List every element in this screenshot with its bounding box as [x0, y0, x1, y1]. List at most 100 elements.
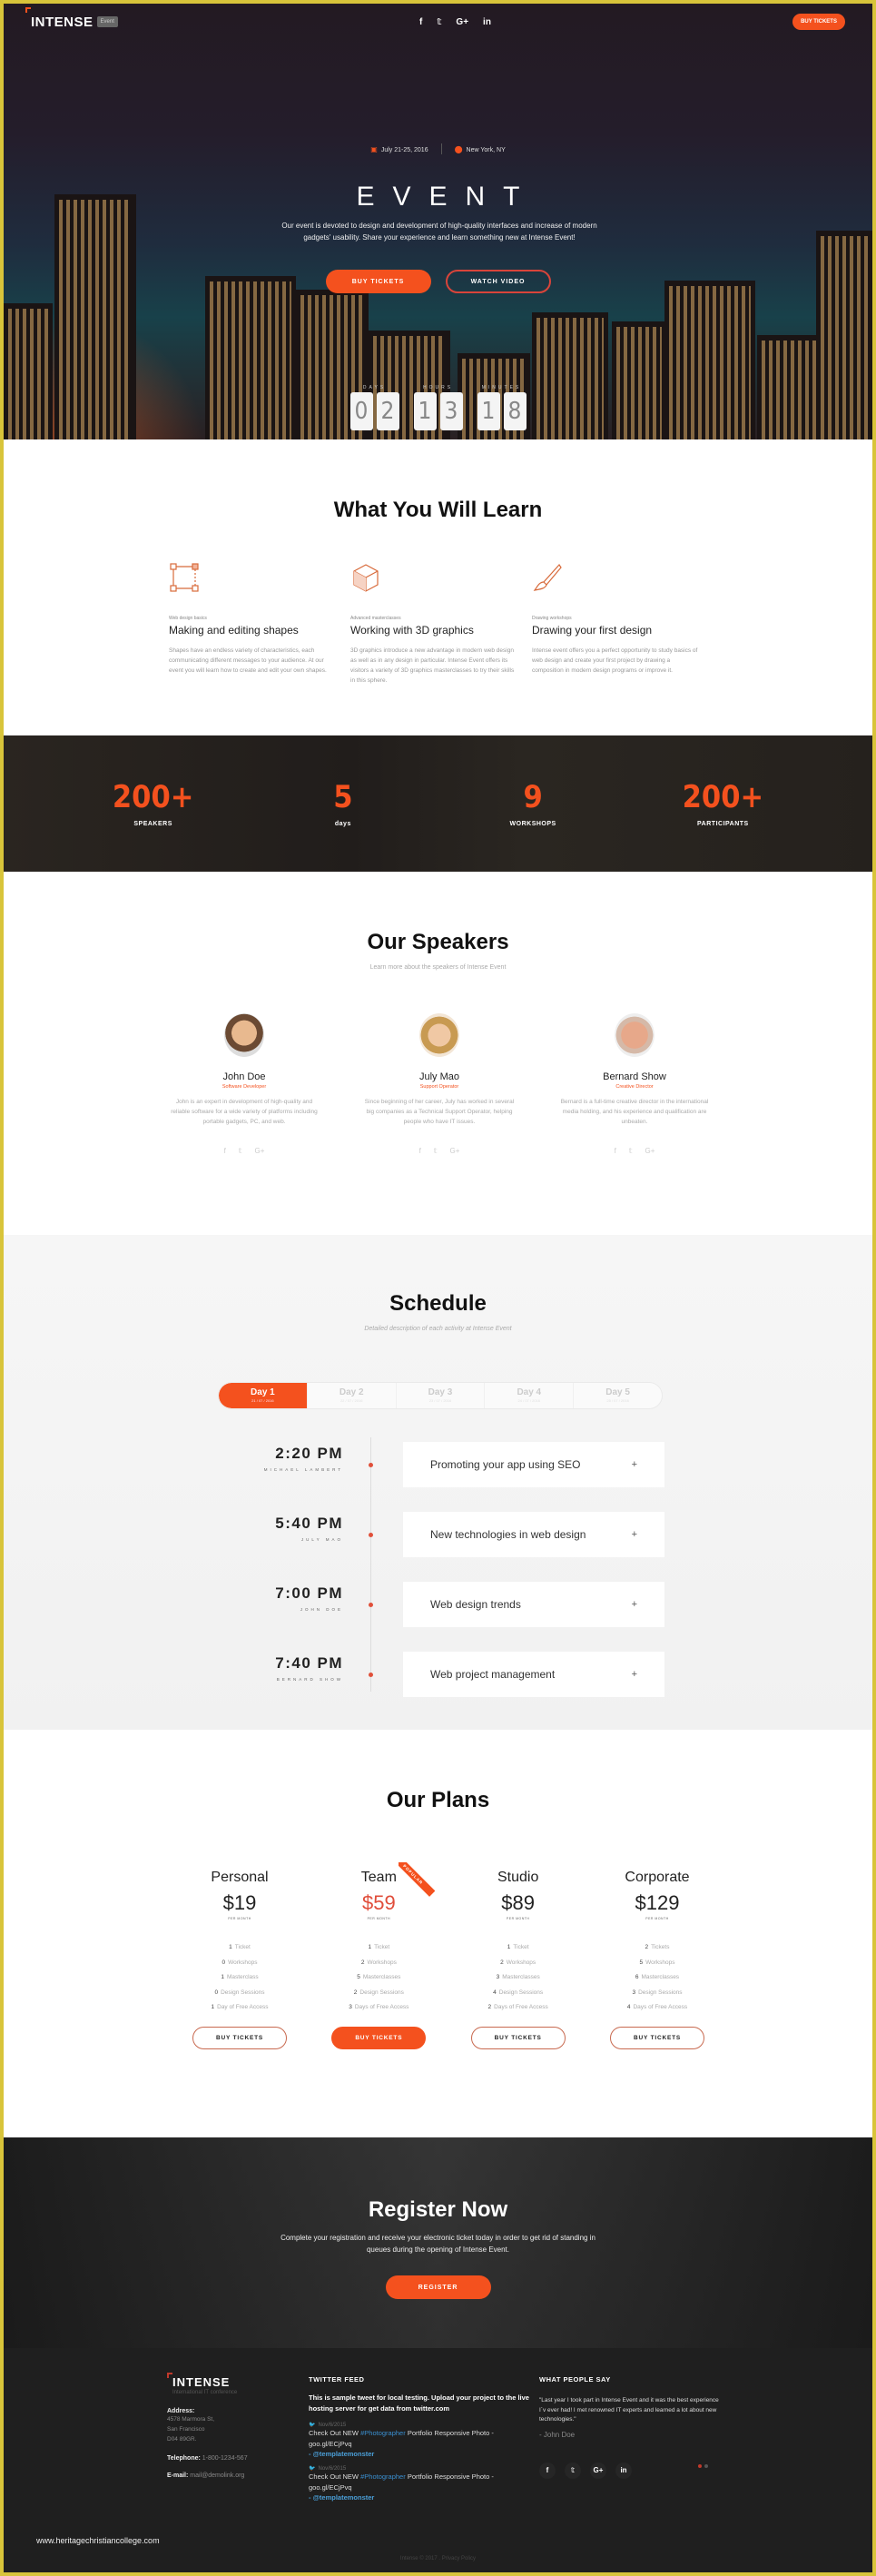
testimonials-heading: WHAT PEOPLE SAY [539, 2375, 611, 2384]
countdown-digit: 8 [503, 392, 527, 430]
linkedin-icon[interactable]: in [615, 2462, 632, 2479]
timeline-dot [369, 1533, 373, 1537]
google-plus-icon[interactable]: G+ [590, 2462, 606, 2479]
expand-icon[interactable]: + [632, 1529, 637, 1540]
plan-period: PER MONTH [367, 1917, 391, 1920]
twitter-icon[interactable]: 𝕥 [565, 2462, 581, 2479]
feature-label: Masterclasses [362, 1974, 401, 1980]
speaker-card: Bernard Show Creative Director Bernard i… [557, 1013, 712, 1155]
carousel-dot[interactable] [704, 2464, 708, 2468]
schedule-subtitle: Detailed description of each activity at… [364, 1326, 512, 1332]
register-button[interactable]: REGISTER [385, 2275, 491, 2299]
speaker-bio: Since beginning of her career, July has … [364, 1099, 515, 1125]
address-line: 4578 Marmora St, [167, 2416, 215, 2423]
copyright[interactable]: Intense © 2017 . Privacy Policy [4, 2556, 872, 2561]
tweet-handle-link[interactable]: - @templatemonster [309, 2450, 536, 2458]
feature-label: Ticket [513, 1944, 529, 1950]
tab-label: Day 3 [428, 1387, 453, 1397]
logo[interactable]: INTENSE Event [25, 6, 118, 30]
speaker-bio: John is an expert in development of high… [171, 1099, 318, 1125]
feature-label: Ticket [374, 1944, 390, 1950]
event-card[interactable]: Web design trends + [403, 1582, 664, 1627]
learn-title: What You Will Learn [333, 498, 543, 522]
google-plus-icon[interactable]: G+ [456, 17, 468, 27]
google-plus-icon[interactable]: G+ [450, 1147, 460, 1155]
plan-buy-button[interactable]: BUY TICKETS [609, 2026, 704, 2049]
tab-day-4[interactable]: Day 4 24 / 07 / 2016 [485, 1383, 575, 1408]
plan-buy-button[interactable]: BUY TICKETS [192, 2026, 287, 2049]
speakers-section: Our Speakers Learn more about the speake… [4, 872, 872, 1235]
countdown-digit: 1 [477, 392, 500, 430]
linkedin-icon[interactable]: in [483, 17, 491, 27]
tab-day-3[interactable]: Day 3 23 / 07 / 2016 [397, 1383, 486, 1408]
facebook-icon[interactable]: f [224, 1147, 226, 1155]
feature-count: 4 [493, 1989, 497, 1996]
countdown-digit: 0 [349, 392, 373, 430]
feature-label: Tickets [651, 1944, 670, 1950]
facebook-icon[interactable]: f [419, 17, 422, 27]
logo-mark-icon [25, 6, 31, 13]
plan-buy-button[interactable]: BUY TICKETS [331, 2026, 427, 2049]
facebook-icon[interactable]: f [615, 1147, 616, 1155]
stat-days: 5 days [271, 779, 416, 827]
twitter-icon[interactable]: 𝕥 [434, 1147, 438, 1155]
feature-count: 1 [507, 1944, 511, 1950]
feature-count: 4 [626, 2004, 631, 2010]
carousel-dot[interactable] [698, 2464, 702, 2468]
event-date: ▣ July 21-25, 2016 [370, 145, 428, 153]
speaker-social: f 𝕥 G+ [167, 1147, 321, 1155]
stat-label: SPEAKERS [133, 821, 172, 827]
facebook-icon[interactable]: f [539, 2462, 556, 2479]
buy-tickets-button[interactable]: BUY TICKETS [325, 270, 431, 293]
plan-feature: 3 Days of Free Access [315, 2004, 442, 2019]
google-plus-icon[interactable]: G+ [255, 1147, 265, 1155]
plans-title: Our Plans [386, 1788, 490, 1812]
nav-buy-tickets-button[interactable]: BUY TICKETS [792, 14, 845, 30]
stat-value: 200+ [682, 779, 764, 815]
learn-kicker: Web design basics [169, 616, 207, 621]
tweet-hashtag-link[interactable]: #Photographer [360, 2472, 406, 2481]
tab-day-2[interactable]: Day 2 22 / 07 / 2016 [308, 1383, 397, 1408]
facebook-icon[interactable]: f [419, 1147, 421, 1155]
tab-day-1[interactable]: Day 1 21 / 07 / 2016 [219, 1383, 308, 1408]
tab-label: Day 5 [605, 1387, 630, 1397]
speaker-name: John Doe [222, 1071, 266, 1082]
google-plus-icon[interactable]: G+ [645, 1147, 655, 1155]
event-card[interactable]: Promoting your app using SEO + [403, 1442, 664, 1487]
learn-heading: Drawing your first design [532, 624, 653, 637]
tab-date: 21 / 07 / 2016 [251, 1398, 274, 1403]
expand-icon[interactable]: + [632, 1669, 637, 1680]
email-value[interactable]: mail@demolink.org [190, 2472, 244, 2479]
feature-count: 3 [632, 1989, 636, 1996]
speaker-social: f 𝕥 G+ [557, 1147, 712, 1155]
event-card[interactable]: Web project management + [403, 1652, 664, 1697]
plan-feature: 2 Workshops [315, 1959, 442, 1975]
tweet-text: Check Out NEW [309, 2472, 361, 2481]
twitter-icon[interactable]: 𝕥 [437, 17, 441, 27]
twitter-icon[interactable]: 𝕥 [239, 1147, 242, 1155]
brush-icon [533, 564, 562, 591]
expand-icon[interactable]: + [632, 1599, 637, 1610]
stat-label: WORKSHOPS [509, 821, 556, 827]
expand-icon[interactable]: + [632, 1459, 637, 1470]
schedule-item: 2:20 PM MICHAEL LAMBERT Promoting your a… [240, 1428, 675, 1498]
watch-video-button[interactable]: WATCH VIDEO [445, 270, 551, 293]
feature-label: Days of Free Access [354, 2004, 409, 2010]
avatar [419, 1013, 459, 1057]
learn-section: What You Will Learn Web design basics Ma… [4, 439, 872, 735]
plan-buy-button[interactable]: BUY TICKETS [470, 2026, 566, 2049]
phone-value[interactable]: 1-800-1234-567 [202, 2455, 248, 2462]
footer-logo[interactable]: INTENSE [167, 2373, 303, 2389]
plan-feature: 1 Day of Free Access [176, 2004, 303, 2019]
learn-kicker: Advanced masterclasses [350, 616, 401, 621]
tweet-handle-link[interactable]: - @templatemonster [309, 2493, 536, 2502]
twitter-icon[interactable]: 𝕥 [629, 1147, 633, 1155]
learn-kicker: Drawing workshops [532, 616, 572, 621]
speaker-card: July Mao Support Operator Since beginnin… [362, 1013, 517, 1155]
event-meta: ▣ July 21-25, 2016 ⬤ New York, NY [4, 143, 872, 154]
carousel-dots [698, 2464, 708, 2468]
event-card[interactable]: New technologies in web design + [403, 1512, 664, 1557]
feature-count: 1 [221, 1974, 224, 1980]
tweet-hashtag-link[interactable]: #Photographer [360, 2429, 406, 2437]
tab-day-5[interactable]: Day 5 25 / 07 / 2016 [574, 1383, 662, 1408]
